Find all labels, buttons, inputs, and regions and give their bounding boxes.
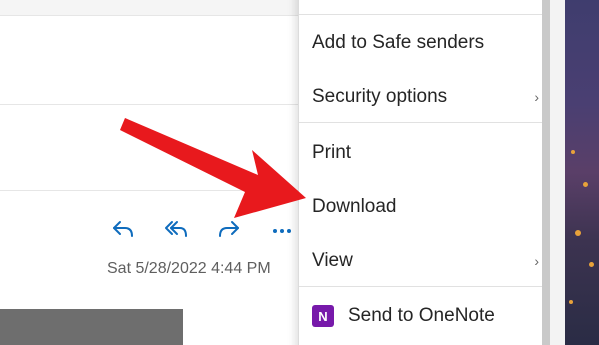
email-timestamp: Sat 5/28/2022 4:44 PM bbox=[107, 260, 271, 277]
menu-item-send-to-onenote[interactable]: N Send to OneNote bbox=[299, 291, 543, 341]
reply-button[interactable] bbox=[96, 214, 149, 244]
email-header-strip bbox=[0, 0, 300, 16]
menu-scrollbar[interactable] bbox=[542, 0, 550, 345]
menu-separator bbox=[299, 14, 543, 15]
menu-separator bbox=[299, 122, 543, 123]
more-actions-menu: Add to Safe senders Security options › P… bbox=[298, 0, 550, 345]
reply-all-icon bbox=[164, 221, 187, 237]
email-action-bar bbox=[96, 214, 308, 244]
chevron-right-icon: › bbox=[534, 253, 539, 269]
forward-icon bbox=[218, 221, 239, 237]
menu-item-label: View bbox=[312, 250, 353, 271]
menu-separator bbox=[299, 286, 543, 287]
menu-item-view[interactable]: View › bbox=[299, 236, 543, 286]
chevron-right-icon: › bbox=[534, 89, 539, 105]
more-icon bbox=[272, 229, 291, 233]
forward-button[interactable] bbox=[202, 214, 255, 244]
menu-item-add-to-safe-senders[interactable]: Add to Safe senders bbox=[299, 18, 543, 68]
email-reading-pane: Sat 5/28/2022 4:44 PM bbox=[0, 0, 300, 345]
reply-all-button[interactable] bbox=[149, 214, 202, 244]
menu-item-label: Send to OneNote bbox=[348, 305, 495, 326]
menu-item-security-options[interactable]: Security options › bbox=[299, 72, 543, 122]
email-divider bbox=[0, 190, 300, 191]
menu-item-label: Download bbox=[312, 196, 397, 217]
reply-icon bbox=[112, 221, 133, 237]
menu-item-download[interactable]: Download bbox=[299, 182, 543, 232]
email-divider bbox=[0, 104, 300, 105]
menu-item-label: Print bbox=[312, 142, 352, 163]
onenote-icon: N bbox=[312, 305, 334, 327]
menu-item-label: Security options bbox=[312, 86, 448, 107]
background-photo bbox=[565, 0, 599, 345]
menu-item-print[interactable]: Print bbox=[299, 128, 543, 178]
menu-item-label: Add to Safe senders bbox=[312, 32, 485, 53]
email-attachment-bar bbox=[0, 309, 183, 345]
